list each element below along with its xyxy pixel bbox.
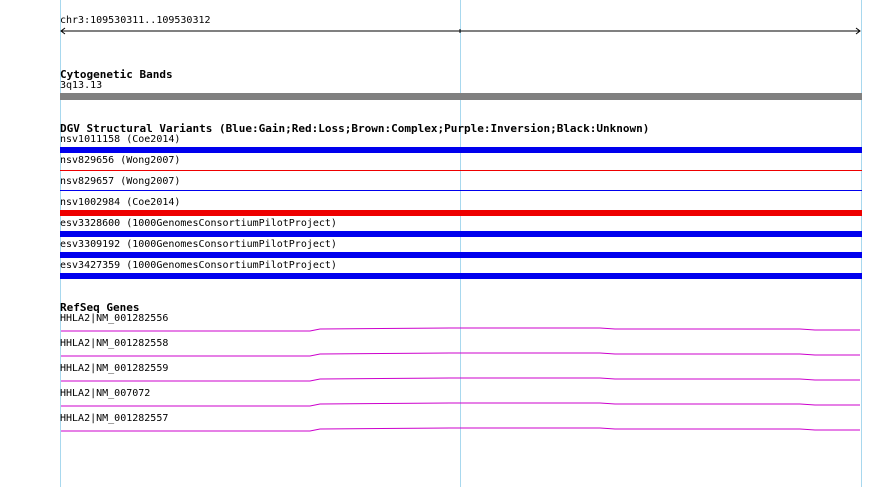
gene-models [61,327,860,432]
gene-intron-line[interactable] [61,327,860,332]
gene-intron-line[interactable] [61,402,860,407]
gene-intron-line[interactable] [61,427,860,432]
gene-intron-line[interactable] [61,352,860,357]
gene-intron-line[interactable] [61,377,860,382]
